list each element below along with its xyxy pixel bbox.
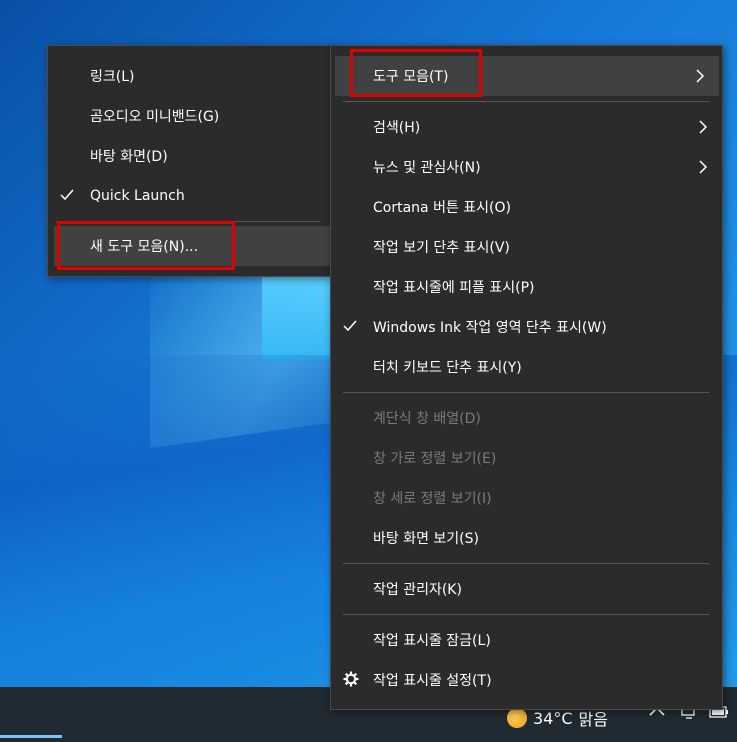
chevron-right-icon xyxy=(696,119,710,135)
desktop-logo-beam xyxy=(262,270,332,360)
menu-item-show-desktop[interactable]: 바탕 화면 보기(S) xyxy=(331,518,722,558)
menu-item-label: 바탕 화면 보기(S) xyxy=(373,531,479,547)
menu-item-show-task-view[interactable]: 작업 보기 단추 표시(V) xyxy=(331,227,722,267)
menu-item-quick-launch[interactable]: Quick Launch xyxy=(48,176,334,216)
menu-item-search[interactable]: 검색(H) xyxy=(331,107,722,147)
menu-item-desktop[interactable]: 바탕 화면(D) xyxy=(48,136,334,176)
menu-item-label: 작업 보기 단추 표시(V) xyxy=(373,240,510,256)
menu-item-label: 계단식 창 배열(D) xyxy=(373,411,481,427)
weather-temperature: 34°C xyxy=(533,708,573,728)
menu-item-label: 검색(H) xyxy=(373,120,421,136)
menu-item-touch-keyboard[interactable]: 터치 키보드 단추 표시(Y) xyxy=(331,347,722,387)
checkmark-icon xyxy=(343,319,357,333)
taskbar-context-menu: 도구 모음(T) 검색(H) 뉴스 및 관심사(N) Cortana 버튼 표시… xyxy=(330,45,723,710)
menu-item-gom-audio-miniband[interactable]: 곰오디오 미니밴드(G) xyxy=(48,96,334,136)
menu-item-label: 창 세로 정렬 보기(I) xyxy=(373,491,492,507)
sun-icon xyxy=(507,708,527,728)
menu-separator xyxy=(343,563,709,564)
chevron-right-icon xyxy=(693,68,707,84)
menu-item-lock-taskbar[interactable]: 작업 표시줄 잠금(L) xyxy=(331,620,722,660)
menu-item-label: 창 가로 정렬 보기(E) xyxy=(373,451,497,467)
menu-item-label: 곰오디오 미니밴드(G) xyxy=(90,109,220,125)
menu-item-task-manager[interactable]: 작업 관리자(K) xyxy=(331,569,722,609)
menu-item-label: 뉴스 및 관심사(N) xyxy=(373,160,481,176)
menu-item-stacked-windows: 창 가로 정렬 보기(E) xyxy=(331,438,722,478)
menu-item-label: Cortana 버튼 표시(O) xyxy=(373,200,511,216)
menu-item-label: 작업 표시줄에 피플 표시(P) xyxy=(373,280,535,296)
menu-item-label: 작업 표시줄 잠금(L) xyxy=(373,633,491,649)
menu-item-label: 터치 키보드 단추 표시(Y) xyxy=(373,360,522,376)
menu-separator xyxy=(343,392,709,393)
menu-item-news-interests[interactable]: 뉴스 및 관심사(N) xyxy=(331,147,722,187)
highlight-toolbars xyxy=(350,49,482,97)
menu-item-label: 링크(L) xyxy=(90,69,135,85)
menu-item-cascade-windows: 계단식 창 배열(D) xyxy=(331,398,722,438)
menu-item-label: Quick Launch xyxy=(90,188,185,204)
chevron-right-icon xyxy=(696,159,710,175)
highlight-new-toolbar xyxy=(57,221,235,270)
menu-item-label: Windows Ink 작업 영역 단추 표시(W) xyxy=(373,320,607,336)
menu-item-show-people[interactable]: 작업 표시줄에 피플 표시(P) xyxy=(331,267,722,307)
menu-item-label: 작업 표시줄 설정(T) xyxy=(373,673,492,689)
gear-icon xyxy=(343,671,359,687)
checkmark-icon xyxy=(60,188,74,202)
menu-separator xyxy=(343,101,709,102)
menu-item-label: 작업 관리자(K) xyxy=(373,582,462,598)
menu-item-label: 바탕 화면(D) xyxy=(90,149,168,165)
menu-item-side-by-side-windows: 창 세로 정렬 보기(I) xyxy=(331,478,722,518)
menu-item-show-cortana[interactable]: Cortana 버튼 표시(O) xyxy=(331,187,722,227)
menu-item-links[interactable]: 링크(L) xyxy=(48,56,334,96)
menu-separator xyxy=(343,614,709,615)
menu-item-taskbar-settings[interactable]: 작업 표시줄 설정(T) xyxy=(331,660,722,700)
taskbar-active-indicator xyxy=(0,735,62,738)
menu-item-windows-ink[interactable]: Windows Ink 작업 영역 단추 표시(W) xyxy=(331,307,722,347)
